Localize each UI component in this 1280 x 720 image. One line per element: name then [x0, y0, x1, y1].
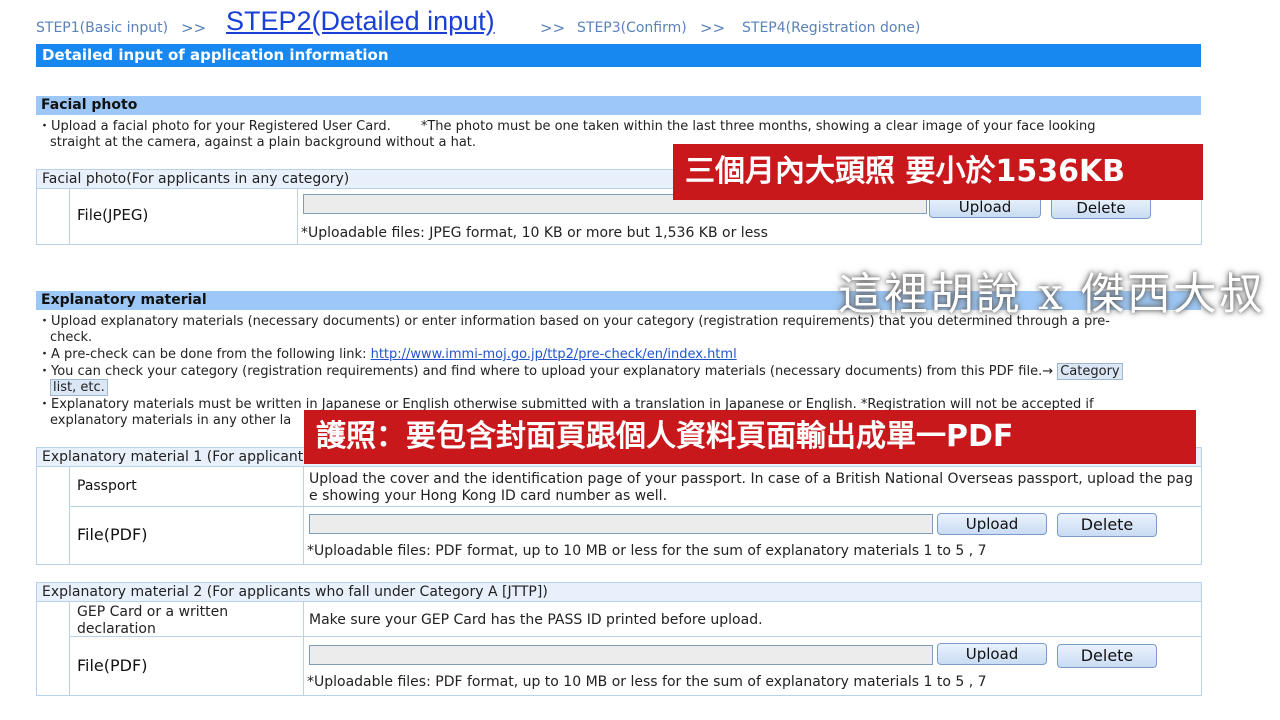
facial-instruction-2: straight at the camera, against a plain … — [50, 135, 477, 150]
material-2-delete-button[interactable]: Delete — [1057, 644, 1157, 668]
material-1-file-label: File(PDF) — [77, 525, 148, 544]
material-2-upload-button[interactable]: Upload — [937, 643, 1047, 665]
material-2-upload-note: *Uploadable files: PDF format, up to 10 … — [307, 674, 987, 690]
category-text: ・You can check your category (registrati… — [38, 364, 1058, 379]
precheck-text: ・A pre-check can be done from the follow… — [38, 347, 371, 362]
category-list-link[interactable]: Category — [1057, 363, 1123, 380]
step-separator: >> — [181, 19, 207, 37]
category-list-link-cont[interactable]: list, etc. — [50, 379, 108, 396]
material-2-file-label: File(PDF) — [77, 656, 148, 675]
material-1-row-label: Passport — [77, 478, 137, 494]
material-1-box: Explanatory material 1 (For applicants P… — [36, 447, 1202, 565]
explanatory-line-7: explanatory materials in any other la — [50, 413, 292, 428]
step2-label-active: STEP2(Detailed input) — [226, 6, 495, 36]
facial-photo-header: Facial photo — [36, 96, 1201, 115]
material-1-upload-note: *Uploadable files: PDF format, up to 10 … — [307, 543, 987, 559]
material-2-title: Explanatory material 2 (For applicants w… — [37, 583, 1201, 602]
precheck-link[interactable]: http://www.immi-moj.go.jp/ttp2/pre-check… — [371, 347, 737, 362]
facial-upload-note: *Uploadable files: JPEG format, 10 KB or… — [301, 225, 768, 241]
step-separator: >> — [700, 19, 726, 37]
material-1-upload-button[interactable]: Upload — [937, 513, 1047, 535]
material-2-desc: Make sure your GEP Card has the PASS ID … — [309, 612, 763, 628]
explanatory-line-5: list, etc. — [50, 379, 108, 396]
explanatory-line-4: ・You can check your category (registrati… — [38, 363, 1123, 380]
material-1-desc-1: Upload the cover and the identification … — [309, 471, 1194, 487]
annotation-banner-passport: 護照：要包含封面頁跟個人資料頁面輸出成單一PDF — [304, 410, 1196, 464]
annotation-banner-photo: 三個月內大頭照 要小於1536KB — [673, 144, 1203, 200]
watermark-text: 這裡胡說 x 傑西大叔 — [838, 269, 1265, 320]
material-1-delete-button[interactable]: Delete — [1057, 513, 1157, 537]
material-2-row-label-1: GEP Card or a written — [77, 604, 229, 620]
explanatory-line-2: check. — [50, 330, 93, 345]
step3-label: STEP3(Confirm) — [577, 20, 687, 36]
step-separator: >> — [540, 19, 566, 37]
step1-label: STEP1(Basic input) — [36, 20, 169, 36]
material-1-desc-2: e showing your Hong Kong ID card number … — [309, 488, 668, 504]
material-2-row-label-2: declaration — [77, 621, 156, 637]
explanatory-line-3: ・A pre-check can be done from the follow… — [38, 347, 737, 363]
facial-instruction-1: ・Upload a facial photo for your Register… — [38, 119, 1096, 134]
material-1-file-field[interactable] — [309, 514, 933, 534]
main-header: Detailed input of application informatio… — [36, 44, 1201, 67]
step4-label: STEP4(Registration done) — [742, 20, 921, 36]
material-2-file-field[interactable] — [309, 645, 933, 665]
material-2-box: Explanatory material 2 (For applicants w… — [36, 582, 1202, 696]
facial-delete-button[interactable]: Delete — [1051, 197, 1151, 219]
facial-file-label: File(JPEG) — [77, 206, 149, 224]
